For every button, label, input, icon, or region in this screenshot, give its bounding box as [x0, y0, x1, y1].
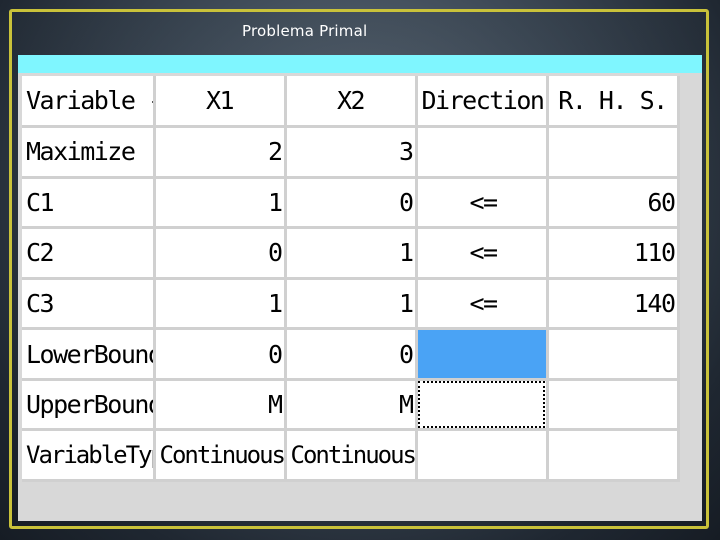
- header-x2: X2: [285, 76, 418, 129]
- cell-direction-focused[interactable]: [416, 379, 549, 432]
- row-label[interactable]: LowerBound: [22, 328, 156, 381]
- table-row: C2 0 1 <= 110: [22, 227, 680, 280]
- cell-direction[interactable]: <=: [416, 177, 549, 230]
- cell-x1[interactable]: 1: [154, 278, 287, 331]
- lp-model-grid: Variable --> X1 X2 Direction R. H. S. Ma…: [22, 76, 680, 482]
- row-label[interactable]: C3: [22, 278, 156, 331]
- table-row: UpperBound M M: [22, 379, 680, 432]
- cell-x2[interactable]: 1: [285, 227, 418, 280]
- cell-rhs[interactable]: 110: [547, 227, 680, 280]
- table-row: C1 1 0 <= 60: [22, 177, 680, 230]
- table-row: Maximize 2 3: [22, 126, 680, 179]
- cell-x2[interactable]: 1: [285, 278, 418, 331]
- cell-x1[interactable]: 0: [154, 328, 287, 381]
- header-row: Variable --> X1 X2 Direction R. H. S.: [22, 76, 680, 129]
- header-rhs: R. H. S.: [547, 76, 680, 129]
- cell-x1[interactable]: 1: [154, 177, 287, 230]
- cell-rhs[interactable]: [547, 379, 680, 432]
- cell-rhs[interactable]: 140: [547, 278, 680, 331]
- cell-rhs[interactable]: [547, 126, 680, 179]
- cell-x2[interactable]: Continuous: [285, 429, 418, 482]
- cell-x1[interactable]: 0: [154, 227, 287, 280]
- cell-x2[interactable]: 0: [285, 177, 418, 230]
- row-label[interactable]: VariableType: [22, 429, 156, 482]
- table-row: LowerBound 0 0: [22, 328, 680, 381]
- row-label[interactable]: Maximize: [22, 126, 156, 179]
- header-direction: Direction: [416, 76, 549, 129]
- cell-x2[interactable]: 3: [285, 126, 418, 179]
- slide-title: Problema Primal: [242, 22, 368, 40]
- cell-rhs[interactable]: [547, 429, 680, 482]
- cell-x1[interactable]: 2: [154, 126, 287, 179]
- cell-x1[interactable]: Continuous: [154, 429, 287, 482]
- table-row: C3 1 1 <= 140: [22, 278, 680, 331]
- header-x1: X1: [154, 76, 287, 129]
- cell-direction[interactable]: [416, 126, 549, 179]
- cell-x2[interactable]: M: [285, 379, 418, 432]
- row-label[interactable]: C2: [22, 227, 156, 280]
- cell-rhs[interactable]: 60: [547, 177, 680, 230]
- header-variable: Variable -->: [22, 76, 156, 129]
- cell-x2[interactable]: 0: [285, 328, 418, 381]
- cell-direction[interactable]: [416, 429, 549, 482]
- cell-direction[interactable]: <=: [416, 278, 549, 331]
- row-label[interactable]: C1: [22, 177, 156, 230]
- table-row: VariableType Continuous Continuous: [22, 429, 680, 482]
- cell-direction[interactable]: <=: [416, 227, 549, 280]
- cell-x1[interactable]: M: [154, 379, 287, 432]
- row-label[interactable]: UpperBound: [22, 379, 156, 432]
- accent-bar: [18, 55, 702, 73]
- cell-direction-selected[interactable]: [416, 328, 549, 381]
- cell-rhs[interactable]: [547, 328, 680, 381]
